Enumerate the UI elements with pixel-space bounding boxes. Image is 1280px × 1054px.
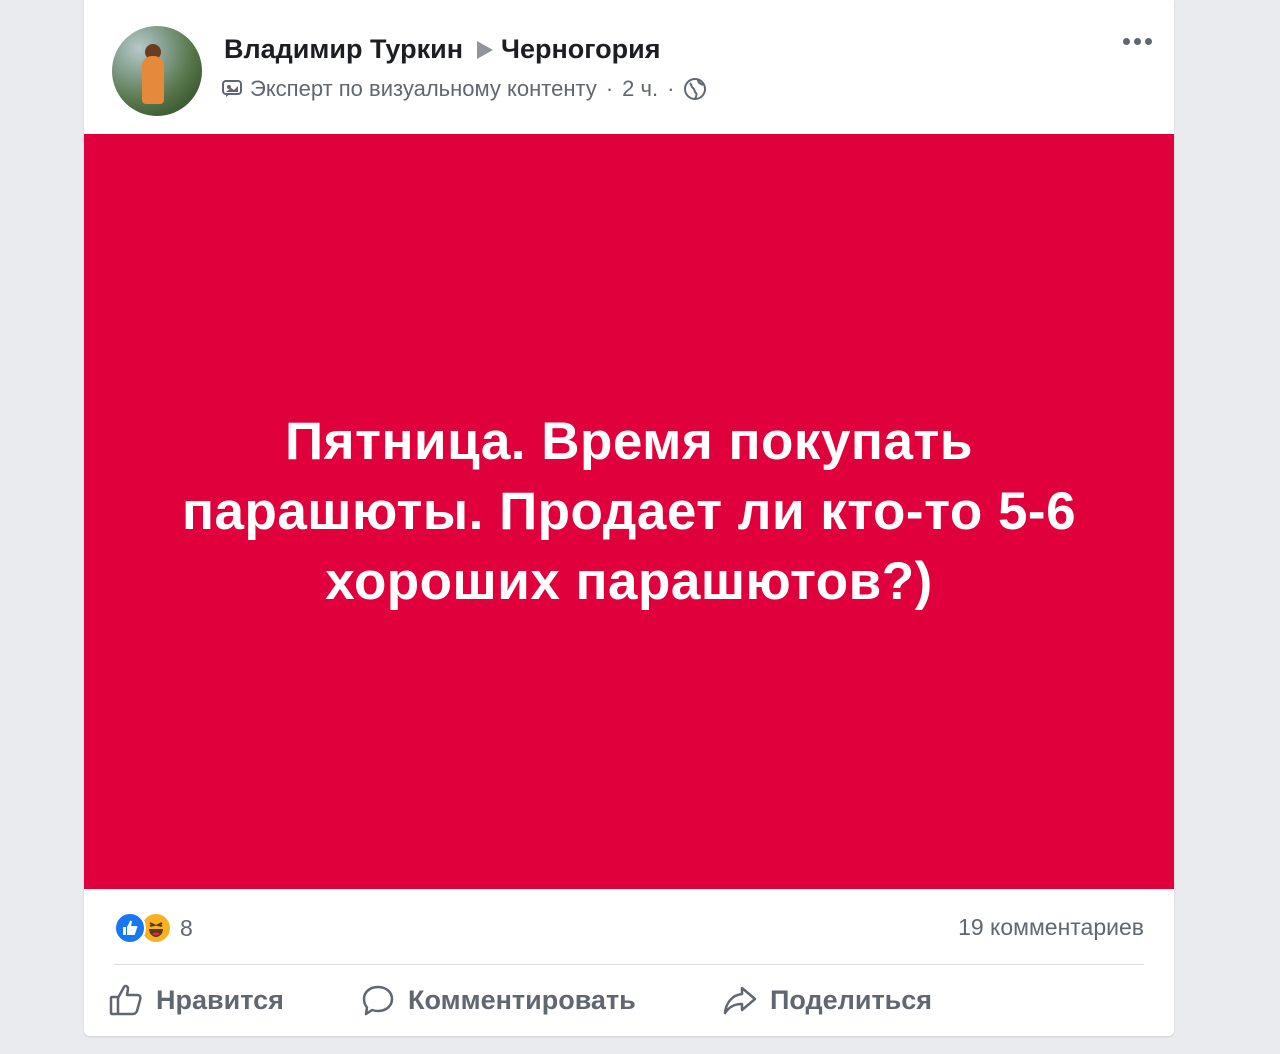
reaction-count: 8: [180, 914, 193, 941]
post-actions: Нравится Комментировать Поделиться: [84, 966, 1174, 1036]
comments-count[interactable]: 19 комментариев: [958, 914, 1144, 941]
comment-bubble-icon: [362, 985, 394, 1016]
author-name[interactable]: Владимир Туркин: [224, 34, 463, 65]
meta-separator: ·: [605, 76, 614, 101]
post-background[interactable]: Пятница. Время покупать парашюты. Продае…: [84, 134, 1174, 889]
post-text-line: Пятница. Время покупать: [285, 411, 973, 471]
share-arrow-icon: [723, 986, 757, 1015]
author-line: Владимир Туркин Черногория: [224, 34, 661, 65]
post-meta: Эксперт по визуальному контенту · 2 ч. ·: [222, 76, 707, 102]
share-button[interactable]: Поделиться: [722, 982, 932, 1018]
more-options-icon[interactable]: [1123, 38, 1152, 45]
globe-icon[interactable]: [683, 77, 707, 101]
like-button[interactable]: Нравится: [108, 982, 284, 1018]
post-text-line: парашюты. Продает ли кто-то 5-6: [181, 481, 1077, 541]
comment-button[interactable]: Комментировать: [360, 982, 636, 1018]
avatar-figure: [142, 56, 164, 104]
dot: [1123, 38, 1130, 45]
expert-badge-icon: [222, 80, 242, 97]
share-label: Поделиться: [770, 984, 933, 1015]
comment-label: Комментировать: [408, 984, 636, 1015]
author-avatar[interactable]: [112, 26, 202, 116]
group-name[interactable]: Черногория: [501, 34, 661, 65]
like-label: Нравится: [156, 984, 284, 1015]
post-header: Владимир Туркин Черногория Эксперт по ви…: [84, 0, 1174, 134]
like-icon: [114, 912, 146, 944]
arrow-right-icon: [477, 40, 494, 59]
reactions-summary[interactable]: 8: [114, 908, 193, 948]
dot: [1134, 38, 1141, 45]
post-card: Владимир Туркин Черногория Эксперт по ви…: [84, 0, 1174, 1036]
post-text: Пятница. Время покупать парашюты. Продае…: [129, 407, 1129, 617]
thumbs-up-icon: [109, 984, 142, 1016]
expert-badge[interactable]: Эксперт по визуальному контенту: [250, 76, 597, 102]
divider: [114, 964, 1144, 965]
post-text-line: хороших парашютов?): [325, 551, 933, 611]
dot: [1145, 38, 1152, 45]
post-time[interactable]: 2 ч.: [622, 76, 658, 102]
meta-separator: ·: [667, 76, 675, 101]
